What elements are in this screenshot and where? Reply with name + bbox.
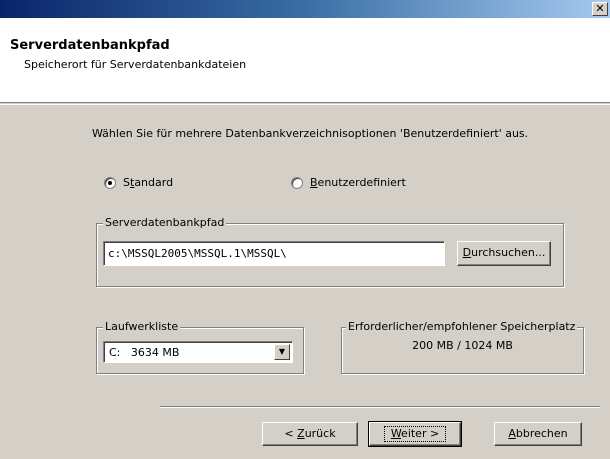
header-divider xyxy=(0,104,610,105)
chevron-down-icon[interactable]: ▼ xyxy=(274,344,290,360)
drive-select-value: C: 3634 MB xyxy=(109,346,180,359)
next-button[interactable]: Weiter > xyxy=(368,421,462,447)
page-title: Serverdatenbankpfad xyxy=(10,38,170,53)
radio-standard-label: Standard xyxy=(123,176,174,189)
back-button[interactable]: < Zurück xyxy=(262,422,358,446)
page-subtitle: Speicherort für Serverdatenbankdateien xyxy=(24,58,247,71)
drive-list-legend: Laufwerkliste xyxy=(103,320,181,333)
radio-standard-indicator[interactable] xyxy=(104,176,116,189)
radio-custom-indicator[interactable] xyxy=(291,176,303,189)
space-value: 200 MB / 1024 MB xyxy=(412,339,513,352)
instruction-text: Wählen Sie für mehrere Datenbankverzeich… xyxy=(92,127,529,140)
cancel-button[interactable]: Abbrechen xyxy=(494,422,582,446)
db-path-group: Serverdatenbankpfad c:\MSSQL2005\MSSQL.1… xyxy=(96,216,564,287)
space-legend: Erforderlicher/empfohlener Speicherplatz xyxy=(346,320,578,333)
db-path-input[interactable]: c:\MSSQL2005\MSSQL.1\MSSQL\ xyxy=(103,241,445,266)
button-separator xyxy=(160,406,600,408)
radio-custom[interactable]: Benutzerdefiniert xyxy=(291,176,406,189)
next-button-focus: Weiter > xyxy=(383,426,447,442)
drive-select[interactable]: C: 3634 MB ▼ xyxy=(103,341,293,363)
db-path-legend: Serverdatenbankpfad xyxy=(103,216,227,229)
radio-custom-label: Benutzerdefiniert xyxy=(310,176,406,189)
title-bar: ✕ xyxy=(0,0,610,18)
drive-list-group: Laufwerkliste C: 3634 MB ▼ xyxy=(96,320,304,374)
close-icon[interactable]: ✕ xyxy=(592,2,608,16)
radio-standard[interactable]: Standard xyxy=(104,176,173,189)
browse-button[interactable]: Durchsuchen... xyxy=(457,241,551,266)
wizard-header: Serverdatenbankpfad Speicherort für Serv… xyxy=(0,18,610,103)
space-group: Erforderlicher/empfohlener Speicherplatz… xyxy=(341,320,584,374)
